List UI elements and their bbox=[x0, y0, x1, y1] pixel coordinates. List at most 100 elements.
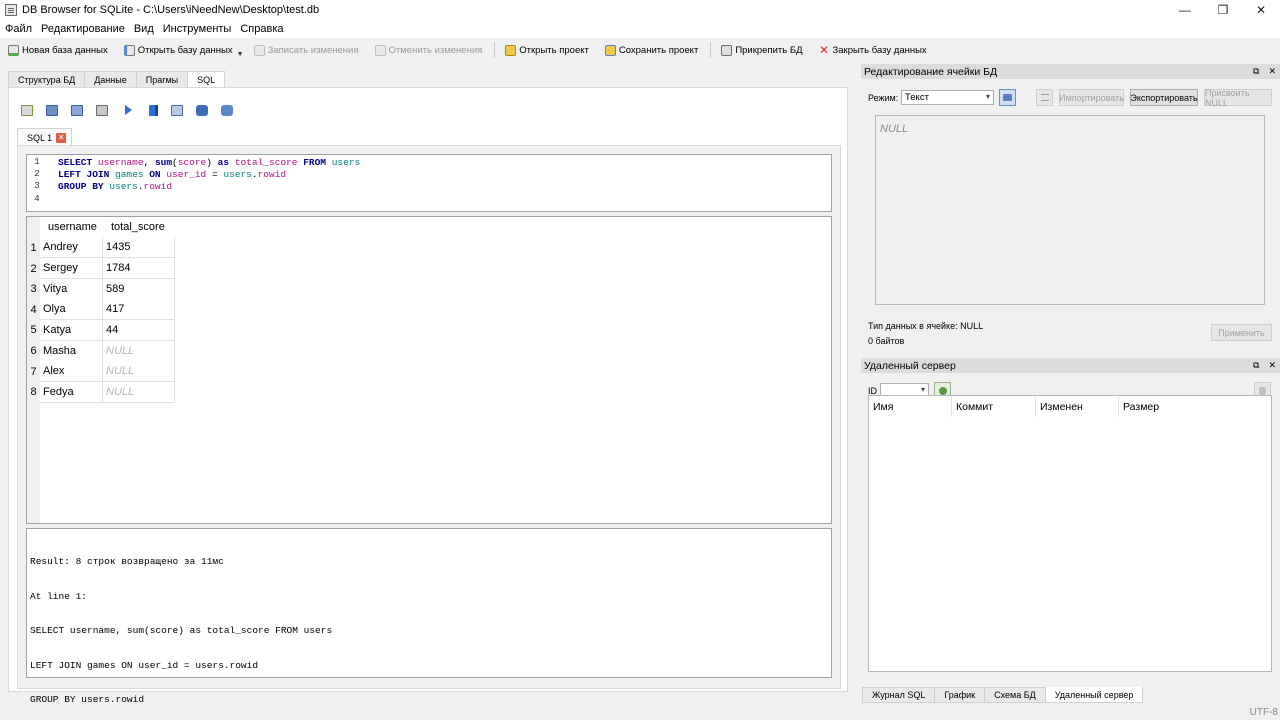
table-cell[interactable]: Olya bbox=[40, 299, 103, 320]
cell-value-editor[interactable]: NULL bbox=[875, 115, 1265, 305]
sql-editor-tab[interactable]: SQL 1 ✕ bbox=[17, 128, 73, 146]
tab-remote[interactable]: Удаленный сервер bbox=[1044, 687, 1144, 703]
find-replace-icon[interactable] bbox=[221, 104, 233, 116]
row-number[interactable]: 1 bbox=[27, 238, 40, 258]
menu-file[interactable]: Файл bbox=[5, 23, 32, 35]
table-cell[interactable]: Katya bbox=[40, 320, 103, 341]
sql-editor[interactable]: 1 SELECT username, sum(score) as total_s… bbox=[26, 154, 832, 212]
open-tab-icon[interactable] bbox=[21, 104, 33, 116]
float-panel-icon[interactable]: ⧉ bbox=[1253, 66, 1259, 77]
tab-execute-sql[interactable]: SQL bbox=[187, 71, 226, 88]
tab-plot[interactable]: График bbox=[934, 687, 986, 703]
results-grid[interactable]: username total_score 1 Andrey 1435 2 Ser… bbox=[26, 216, 832, 524]
column-header-total-score[interactable]: total_score bbox=[111, 217, 165, 237]
database-icon bbox=[1259, 386, 1266, 395]
revert-changes-button[interactable]: Отменить изменения bbox=[374, 44, 482, 56]
attach-database-button[interactable]: Прикрепить БД bbox=[721, 44, 803, 56]
menu-help[interactable]: Справка bbox=[240, 23, 283, 35]
import-button[interactable]: Импортировать bbox=[1059, 89, 1124, 106]
message-line: Result: 8 строк возвращено за 11мс bbox=[30, 556, 224, 567]
null-cell[interactable]: NULL bbox=[103, 341, 175, 362]
restore-button[interactable]: ❐ bbox=[1204, 0, 1242, 20]
float-panel-icon[interactable]: ⧉ bbox=[1253, 360, 1259, 371]
close-database-button[interactable]: ✕ Закрыть базу данных bbox=[819, 44, 927, 56]
open-project-button[interactable]: Открыть проект bbox=[505, 44, 589, 56]
open-database-button[interactable]: Открыть базу данных bbox=[123, 44, 233, 56]
row-number[interactable]: 4 bbox=[27, 300, 40, 320]
table-cell[interactable]: Vitya bbox=[40, 279, 103, 300]
find-icon[interactable] bbox=[196, 104, 208, 116]
open-database-dropdown-icon[interactable]: ▼ bbox=[237, 51, 244, 58]
write-changes-button[interactable]: Записать изменения bbox=[253, 44, 359, 56]
open-sql-file-icon[interactable] bbox=[46, 104, 58, 116]
table-cell[interactable]: 1435 bbox=[103, 237, 175, 258]
remote-table-body[interactable] bbox=[868, 417, 1272, 672]
column-header-name[interactable]: Имя bbox=[869, 395, 952, 418]
row-number[interactable]: 6 bbox=[27, 341, 40, 361]
code-line: 4 bbox=[27, 193, 47, 205]
row-number[interactable]: 3 bbox=[27, 279, 40, 299]
open-project-icon bbox=[505, 44, 517, 56]
save-project-button[interactable]: Сохранить проект bbox=[604, 44, 698, 56]
tab-database-structure[interactable]: Структура БД bbox=[8, 71, 86, 87]
new-database-icon bbox=[8, 44, 19, 56]
table-cell[interactable]: 589 bbox=[103, 279, 175, 300]
open-project-label: Открыть проект bbox=[519, 44, 589, 56]
menu-tools[interactable]: Инструменты bbox=[163, 23, 232, 35]
menu-view[interactable]: Вид bbox=[134, 23, 154, 35]
row-number[interactable]: 7 bbox=[27, 362, 40, 382]
sql-tab-panel: SQL 1 ✕ 1 SELECT username, sum(score) as… bbox=[8, 87, 848, 705]
apply-button[interactable]: Применить bbox=[1211, 324, 1272, 341]
message-line: At line 1: bbox=[30, 590, 88, 602]
mode-select-value: Текст bbox=[905, 92, 929, 103]
table-cell[interactable]: Sergey bbox=[40, 258, 103, 279]
row-number[interactable]: 8 bbox=[27, 382, 40, 402]
table-cell[interactable]: Andrey bbox=[40, 237, 103, 258]
null-cell[interactable]: NULL bbox=[103, 382, 175, 403]
sql-toolbar bbox=[21, 102, 246, 118]
tab-db-schema[interactable]: Схема БД bbox=[984, 687, 1046, 703]
table-cell[interactable]: 44 bbox=[103, 320, 175, 341]
close-panel-icon[interactable]: ✕ bbox=[1268, 66, 1276, 77]
set-null-button[interactable]: Присвоить NULL bbox=[1204, 88, 1272, 108]
word-wrap-button[interactable] bbox=[1036, 89, 1053, 106]
tab-pragmas[interactable]: Прагмы bbox=[135, 71, 189, 87]
column-header-username[interactable]: username bbox=[48, 217, 97, 237]
app-icon bbox=[5, 4, 17, 16]
save-sql-file-icon[interactable] bbox=[71, 104, 83, 116]
new-database-button[interactable]: Новая база данных bbox=[8, 44, 108, 56]
close-tab-icon[interactable]: ✕ bbox=[56, 132, 67, 143]
auto-switch-icon bbox=[1003, 94, 1012, 101]
panel-controls: ⧉ ✕ bbox=[1244, 64, 1276, 79]
table-cell[interactable]: 417 bbox=[103, 299, 175, 320]
row-number[interactable]: 2 bbox=[27, 259, 40, 279]
auto-format-button[interactable] bbox=[999, 89, 1016, 106]
execute-line-icon[interactable] bbox=[149, 104, 158, 116]
table-cell[interactable]: 1784 bbox=[103, 258, 175, 279]
code-line: 1 SELECT username, sum(score) as total_s… bbox=[27, 156, 360, 168]
line-number: 2 bbox=[34, 169, 40, 179]
print-icon[interactable] bbox=[96, 104, 108, 116]
tab-browse-data[interactable]: Данные bbox=[84, 71, 137, 87]
table-cell[interactable]: Masha bbox=[40, 341, 103, 362]
close-panel-icon[interactable]: ✕ bbox=[1268, 360, 1276, 371]
tab-sql-log[interactable]: Журнал SQL bbox=[862, 687, 936, 703]
column-header-modified[interactable]: Изменен bbox=[1036, 395, 1119, 418]
table-cell[interactable]: Alex bbox=[40, 361, 103, 382]
close-window-button[interactable]: ✕ bbox=[1242, 0, 1280, 20]
menu-edit[interactable]: Редактирование bbox=[41, 23, 125, 35]
new-database-label: Новая база данных bbox=[22, 44, 108, 56]
save-results-icon[interactable] bbox=[171, 104, 183, 116]
column-header-commit[interactable]: Коммит bbox=[952, 395, 1036, 418]
mode-select[interactable]: Текст ▾ bbox=[901, 90, 994, 105]
null-cell[interactable]: NULL bbox=[103, 361, 175, 382]
column-header-size[interactable]: Размер bbox=[1119, 396, 1219, 418]
message-output[interactable]: Result: 8 строк возвращено за 11мс At li… bbox=[26, 528, 832, 705]
export-button[interactable]: Экспортировать bbox=[1130, 89, 1198, 106]
execute-all-icon[interactable] bbox=[125, 105, 132, 115]
table-cell[interactable]: Fedya bbox=[40, 382, 103, 403]
minimize-button[interactable]: — bbox=[1166, 0, 1204, 20]
sql-editor-panel: 1 SELECT username, sum(score) as total_s… bbox=[17, 145, 841, 705]
row-number[interactable]: 5 bbox=[27, 320, 40, 340]
write-changes-label: Записать изменения bbox=[267, 44, 359, 56]
